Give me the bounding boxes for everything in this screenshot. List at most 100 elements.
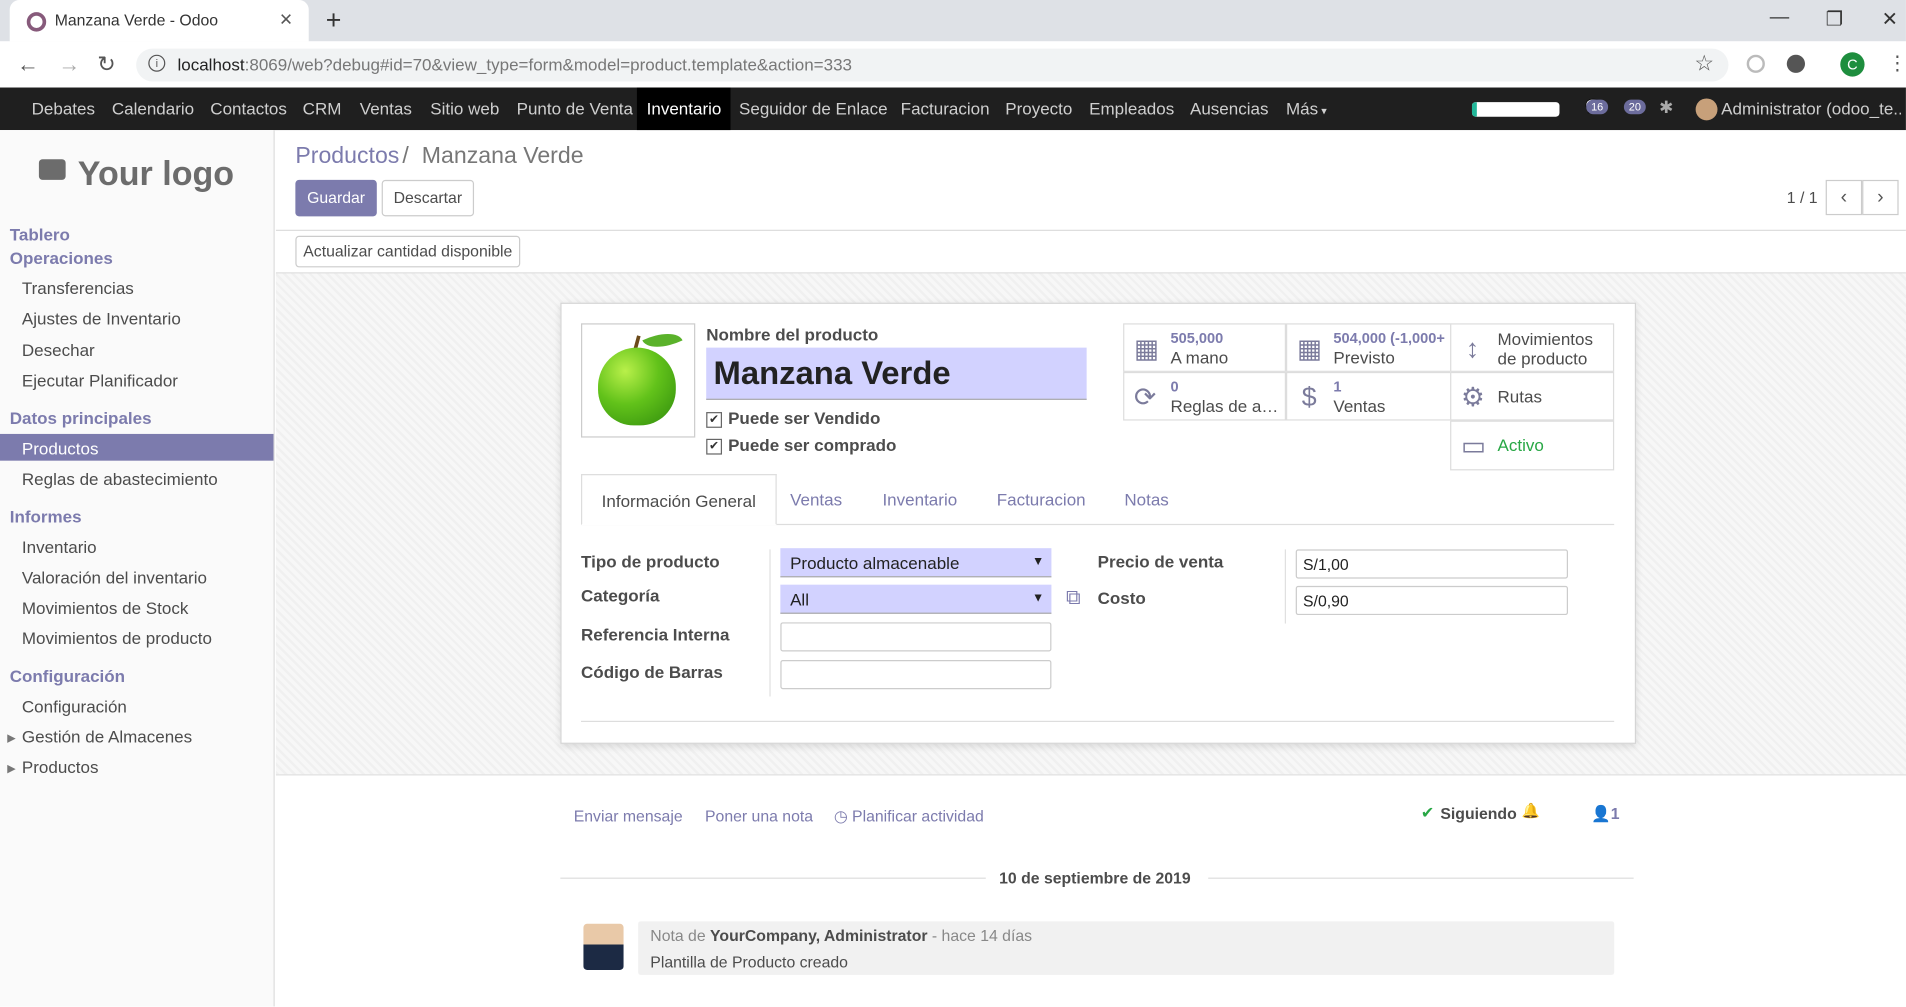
sidebar-section-informes[interactable]: Informes bbox=[10, 507, 82, 526]
sidebar-item-ejecutar-planificador[interactable]: Ejecutar Planificador bbox=[22, 371, 178, 390]
restore-icon[interactable]: ❐ bbox=[1826, 7, 1843, 31]
profile-avatar[interactable]: C bbox=[1840, 52, 1865, 77]
sidebar-item-gestion-almacenes[interactable]: Gestión de Almacenes bbox=[22, 727, 192, 746]
sidebar-item-configuracion[interactable]: Configuración bbox=[22, 696, 127, 715]
pager-value[interactable]: 1 / 1 bbox=[1787, 188, 1818, 206]
followers-button[interactable]: 👤1 bbox=[1591, 805, 1619, 824]
sidebar-item-inventario[interactable]: Inventario bbox=[22, 537, 97, 556]
url-text[interactable]: localhost:8069/web?debug#id=70&view_type… bbox=[177, 55, 852, 74]
nav-app-ventas[interactable]: Ventas bbox=[360, 88, 412, 131]
routes-label: Rutas bbox=[1497, 386, 1542, 406]
extension-icon[interactable] bbox=[1746, 54, 1765, 73]
product-name-input[interactable] bbox=[706, 347, 1087, 400]
nav-app-ausencias[interactable]: Ausencias bbox=[1190, 88, 1269, 131]
sidebar-item-desechar[interactable]: Desechar bbox=[22, 340, 95, 359]
nav-app-seguidor-de-enlace[interactable]: Seguidor de Enlace bbox=[739, 88, 888, 131]
category-select[interactable]: All ▼ bbox=[780, 584, 1052, 614]
refresh-icon: ⟳ bbox=[1134, 381, 1157, 413]
reorder-rules-smart-button[interactable]: ⟳ 0 Reglas de abastecimiento bbox=[1123, 371, 1286, 421]
pager-previous-icon[interactable]: ‹ bbox=[1825, 179, 1863, 216]
nav-app-crm[interactable]: CRM bbox=[303, 88, 342, 131]
tab-ventas[interactable]: Ventas bbox=[771, 474, 862, 525]
message-author-avatar[interactable] bbox=[583, 923, 624, 970]
update-quantity-button[interactable]: Actualizar cantidad disponible bbox=[295, 235, 521, 268]
can-be-sold-checkbox[interactable]: ✔ bbox=[706, 412, 723, 428]
on-hand-smart-button[interactable]: ▦ 505,000 A mano bbox=[1123, 323, 1286, 372]
breadcrumb-parent-link[interactable]: Productos bbox=[295, 143, 399, 170]
discard-button[interactable]: Descartar bbox=[381, 179, 475, 217]
forecast-smart-button[interactable]: ▦ 504,000 (-1,000+ Previsto bbox=[1285, 323, 1452, 372]
site-info-icon[interactable]: i bbox=[148, 54, 166, 72]
can-be-purchased-checkbox[interactable]: ✔ bbox=[706, 438, 723, 455]
sales-smart-button[interactable]: $ 1 Ventas bbox=[1285, 371, 1452, 421]
expand-caret-icon[interactable]: ▶ bbox=[7, 762, 15, 775]
sidebar-item-movimientos-producto[interactable]: Movimientos de producto bbox=[22, 628, 212, 647]
moves-label-line1: Movimientos bbox=[1497, 329, 1594, 349]
user-icon: 👤 bbox=[1591, 804, 1611, 823]
reload-icon[interactable]: ↻ bbox=[97, 52, 115, 78]
browser-menu-icon[interactable]: ⋮ bbox=[1888, 51, 1906, 75]
log-note-link[interactable]: Poner una nota bbox=[705, 807, 813, 825]
nav-app-punto-de-venta[interactable]: Punto de Venta bbox=[517, 88, 633, 131]
close-tab-icon[interactable]: × bbox=[280, 7, 293, 33]
product-moves-smart-button[interactable]: ↕ Movimientos de producto bbox=[1450, 323, 1615, 372]
back-icon[interactable]: ← bbox=[17, 52, 39, 78]
barcode-input[interactable] bbox=[780, 660, 1052, 690]
tab-facturacion[interactable]: Facturacion bbox=[977, 474, 1105, 525]
sidebar-item-ajustes-inventario[interactable]: Ajustes de Inventario bbox=[22, 309, 181, 328]
archive-icon: ▭ bbox=[1461, 430, 1487, 461]
sidebar-item-productos[interactable]: Productos bbox=[22, 439, 99, 458]
schedule-activity-link[interactable]: ◷ Planificar actividad bbox=[834, 807, 984, 826]
following-button[interactable]: Siguiendo bbox=[1440, 805, 1516, 823]
extension-icon[interactable] bbox=[1786, 54, 1806, 73]
sidebar-item-valoracion-inventario[interactable]: Valoración del inventario bbox=[22, 568, 207, 587]
forward-icon[interactable]: → bbox=[58, 52, 80, 78]
nav-more-menu[interactable]: Más ▾ bbox=[1286, 88, 1327, 131]
nav-app-empleados[interactable]: Empleados bbox=[1089, 88, 1174, 131]
bell-icon[interactable]: 🔔 bbox=[1522, 802, 1540, 819]
sidebar-section-datos-principales[interactable]: Datos principales bbox=[10, 408, 152, 427]
nav-app-calendario[interactable]: Calendario bbox=[112, 88, 194, 131]
nav-app-debates[interactable]: Debates bbox=[32, 88, 95, 131]
nav-app-sitio-web[interactable]: Sitio web bbox=[430, 88, 499, 131]
sidebar-item-transferencias[interactable]: Transferencias bbox=[22, 278, 134, 297]
forecast-label: Previsto bbox=[1333, 347, 1395, 368]
tab-notas[interactable]: Notas bbox=[1105, 474, 1188, 525]
sidebar-item-productos-config[interactable]: Productos bbox=[22, 757, 99, 776]
pager-next-icon[interactable]: › bbox=[1862, 179, 1899, 216]
user-avatar[interactable] bbox=[1695, 98, 1718, 121]
cost-input[interactable] bbox=[1295, 585, 1568, 616]
product-type-select[interactable]: Producto almacenable ▼ bbox=[780, 548, 1052, 578]
minimize-icon[interactable]: — bbox=[1770, 7, 1789, 29]
company-logo[interactable]: Your logo bbox=[39, 154, 234, 193]
sidebar-section-tablero[interactable]: Tablero bbox=[10, 225, 70, 244]
green-apple-image bbox=[598, 347, 676, 426]
save-button[interactable]: Guardar bbox=[295, 179, 377, 217]
nav-app-proyecto[interactable]: Proyecto bbox=[1005, 88, 1072, 131]
sidebar-item-reglas-abastecimiento[interactable]: Reglas de abastecimiento bbox=[22, 469, 218, 488]
messages-badge[interactable]: 16 bbox=[1586, 99, 1609, 115]
sidebar-section-configuracion[interactable]: Configuración bbox=[10, 666, 125, 685]
message-author[interactable]: YourCompany, Administrator bbox=[710, 926, 927, 944]
routes-smart-button[interactable]: ⚙ Rutas bbox=[1450, 371, 1615, 421]
tab-inventario[interactable]: Inventario bbox=[863, 474, 977, 525]
sale-price-input[interactable] bbox=[1295, 549, 1568, 579]
send-message-link[interactable]: Enviar mensaje bbox=[574, 807, 683, 825]
on-hand-label: A mano bbox=[1170, 347, 1229, 368]
sidebar-section-operaciones[interactable]: Operaciones bbox=[10, 248, 113, 267]
active-toggle-button[interactable]: ▭ Activo bbox=[1450, 420, 1615, 471]
debug-bug-icon[interactable]: ✱ bbox=[1659, 97, 1673, 118]
tab-informacion-general[interactable]: Información General bbox=[581, 474, 777, 526]
nav-app-contactos[interactable]: Contactos bbox=[210, 88, 287, 131]
close-window-icon[interactable]: ✕ bbox=[1882, 7, 1898, 31]
bookmark-star-icon[interactable]: ☆ bbox=[1694, 51, 1714, 77]
nav-app-inventario[interactable]: Inventario bbox=[636, 87, 732, 131]
nav-app-facturacion[interactable]: Facturacion bbox=[901, 88, 990, 131]
internal-reference-input[interactable] bbox=[780, 622, 1052, 652]
expand-caret-icon[interactable]: ▶ bbox=[7, 732, 15, 745]
external-link-icon[interactable]: ⧉ bbox=[1066, 586, 1081, 610]
sidebar-item-movimientos-stock[interactable]: Movimientos de Stock bbox=[22, 598, 188, 617]
activity-badge[interactable]: 20 bbox=[1623, 99, 1646, 115]
new-tab-icon[interactable]: + bbox=[326, 5, 342, 37]
user-menu[interactable]: Administrator (odoo_te... bbox=[1721, 88, 1901, 131]
